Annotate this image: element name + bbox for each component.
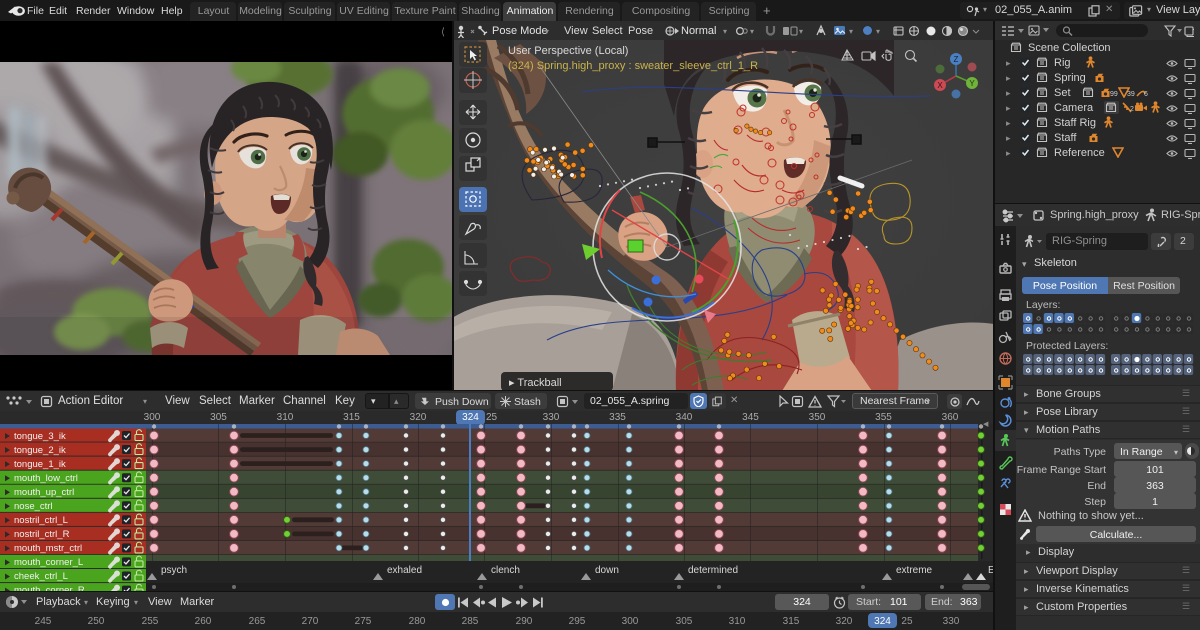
- svg-text:X: X: [937, 81, 943, 90]
- svg-text:Z: Z: [954, 55, 959, 64]
- svg-text:Y: Y: [969, 79, 975, 88]
